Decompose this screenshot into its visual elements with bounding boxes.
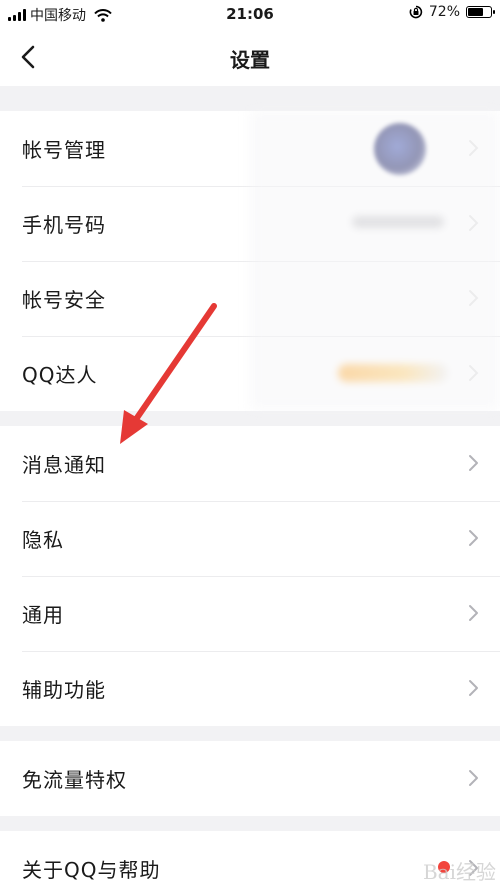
account-group: 帐号管理 手机号码 帐号安全 QQ达人	[0, 111, 500, 411]
watermark: Bai经验	[422, 860, 496, 884]
row-label: 辅助功能	[22, 678, 106, 702]
chevron-right-icon	[469, 140, 479, 156]
chevron-right-icon	[469, 365, 479, 381]
row-label: 帐号安全	[22, 288, 106, 312]
row-label: 隐私	[22, 528, 64, 552]
row-phone-number[interactable]: 手机号码	[0, 186, 500, 261]
row-account-security[interactable]: 帐号安全	[0, 261, 500, 336]
row-message-notification[interactable]: 消息通知	[0, 426, 500, 501]
nav-bar: 设置	[0, 30, 500, 86]
blurred-phone	[352, 216, 444, 228]
row-general[interactable]: 通用	[0, 576, 500, 651]
row-account-management[interactable]: 帐号管理	[0, 111, 500, 186]
row-label: 手机号码	[22, 213, 106, 237]
chevron-right-icon	[469, 530, 478, 546]
row-data-free-privilege[interactable]: 免流量特权	[0, 741, 500, 816]
privilege-group: 免流量特权	[0, 741, 500, 816]
status-right: 72%	[409, 4, 495, 20]
status-bar: 中国移动 21:06 72%	[0, 0, 500, 30]
chevron-right-icon	[469, 680, 478, 696]
chevron-right-icon	[469, 455, 478, 471]
chevron-right-icon	[469, 215, 479, 231]
page-title: 设置	[230, 48, 270, 72]
row-privacy[interactable]: 隐私	[0, 501, 500, 576]
blurred-badge	[338, 364, 448, 382]
chevron-right-icon	[469, 290, 479, 306]
battery-icon	[466, 6, 495, 18]
battery-percent: 72%	[428, 4, 460, 20]
orientation-lock-icon	[409, 5, 422, 19]
row-label: 消息通知	[22, 453, 106, 477]
preferences-group: 消息通知 隐私 通用 辅助功能	[0, 426, 500, 726]
chevron-right-icon	[469, 770, 478, 786]
row-accessibility[interactable]: 辅助功能	[0, 651, 500, 726]
row-label: 通用	[22, 603, 64, 627]
row-label: 免流量特权	[22, 768, 127, 792]
chevron-right-icon	[469, 605, 478, 621]
row-label: 帐号管理	[22, 138, 106, 162]
avatar	[374, 123, 426, 175]
row-label: 关于QQ与帮助	[22, 858, 161, 882]
row-label: QQ达人	[22, 363, 98, 387]
row-qq-expert[interactable]: QQ达人	[0, 336, 500, 411]
